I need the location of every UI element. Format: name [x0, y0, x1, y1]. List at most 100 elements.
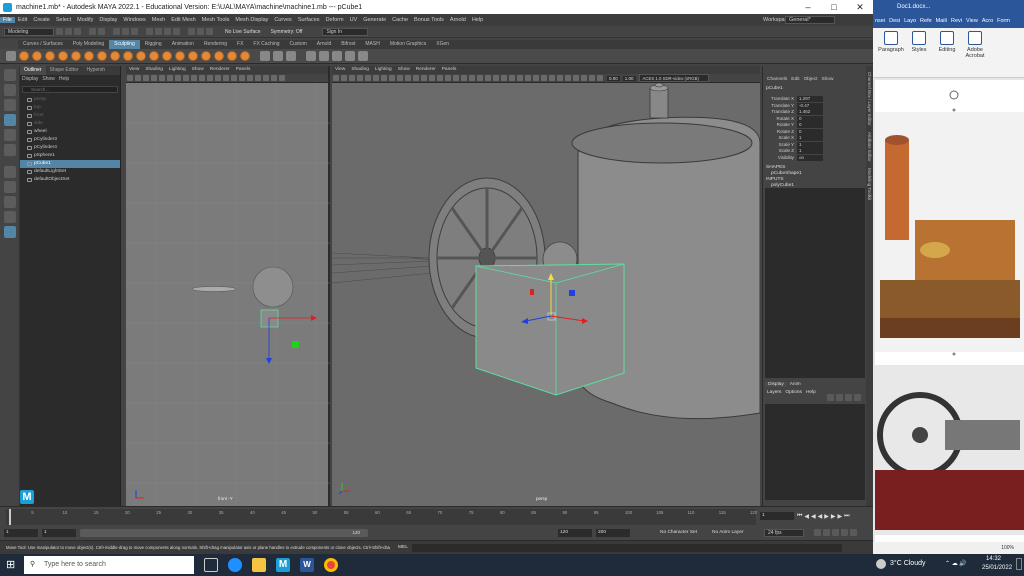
save-scene-icon[interactable] [74, 28, 81, 35]
tab-hypershade[interactable]: Hypersh [82, 66, 109, 75]
notification-icon[interactable] [1016, 558, 1022, 570]
side-tab-attribute-editor[interactable]: Attribute Editor [867, 132, 872, 162]
maya-taskbar-icon[interactable]: M [276, 558, 290, 572]
layer-down-icon[interactable] [836, 394, 843, 401]
four-view-icon[interactable] [4, 181, 16, 193]
cb-menu-show[interactable]: Show [819, 77, 835, 82]
vp-menu-view[interactable]: View [126, 66, 142, 74]
open-scene-icon[interactable] [65, 28, 72, 35]
layer-menu-layers[interactable]: Layers [765, 390, 783, 395]
colorspace-select[interactable]: ACES 1.0 SDR-video (sRGB) [638, 74, 709, 82]
attr-row[interactable]: Visibility on [763, 154, 866, 162]
menu-help[interactable]: Help [469, 17, 486, 23]
menu-select[interactable]: Select [53, 17, 74, 23]
attr-value[interactable]: on [797, 154, 823, 161]
vp-menu-renderer[interactable]: Renderer [413, 66, 439, 74]
editing-button[interactable]: Editing [933, 31, 961, 53]
sign-in-button[interactable]: Sign In [322, 27, 369, 36]
convert-icon[interactable] [260, 51, 270, 61]
search-icon[interactable] [4, 226, 16, 238]
knife-tool-icon[interactable] [188, 51, 198, 61]
live-surface-label[interactable]: No Live Surface [225, 29, 261, 35]
word-tab[interactable]: Maili [934, 14, 949, 28]
repeat-tool-icon[interactable] [123, 51, 133, 61]
attr-value[interactable]: 1 [797, 135, 823, 141]
pinch-tool-icon[interactable] [71, 51, 81, 61]
anim-prefs-icon[interactable] [850, 529, 857, 536]
go-to-start-icon[interactable]: ⏮ [797, 513, 802, 520]
vp-menu-panels[interactable]: Panels [233, 66, 254, 74]
outliner-item[interactable]: top [20, 104, 120, 112]
go-to-end-icon[interactable]: ⏭ [844, 513, 849, 520]
mask-icon[interactable] [273, 51, 283, 61]
poly-cylinder-icon[interactable] [332, 51, 342, 61]
workspace-select[interactable]: General* [785, 16, 835, 24]
layer-list[interactable] [765, 404, 865, 500]
shelf-tab-curves[interactable]: Curves / Surfaces [18, 40, 68, 49]
cb-menu-edit[interactable]: Edit [789, 77, 801, 82]
task-view-icon[interactable] [204, 558, 218, 572]
select-component-icon[interactable] [131, 28, 138, 35]
key-icon[interactable] [832, 529, 839, 536]
word-tab[interactable]: nsei [873, 14, 887, 28]
outliner-item[interactable]: pCube1 [20, 160, 120, 168]
layer-menu-options[interactable]: Options [783, 390, 804, 395]
outliner-item[interactable]: pCylinder4 [20, 144, 120, 152]
mel-label[interactable]: MEL [398, 545, 408, 550]
clock-date[interactable]: 25/01/2022 [982, 565, 1012, 571]
auto-key-icon[interactable] [841, 529, 848, 536]
persp-viewport-toolbar[interactable]: 0.00 1.00 ACES 1.0 SDR-video (sRGB) [332, 74, 760, 83]
clock-time[interactable]: 14:32 [986, 556, 1001, 562]
shelf-tab-rigging[interactable]: Rigging [140, 40, 167, 49]
loop-icon[interactable] [814, 529, 821, 536]
chrome-icon[interactable] [324, 558, 338, 572]
ipr-render-icon[interactable] [197, 28, 204, 35]
outliner-item[interactable]: persp [20, 96, 120, 104]
vp-menu-show[interactable]: Show [189, 66, 207, 74]
close-icon[interactable]: ✕ [847, 0, 873, 14]
shelf-settings-icon[interactable] [6, 51, 16, 61]
styles-button[interactable]: Styles [905, 31, 933, 53]
shelf-tab-rendering[interactable]: Rendering [199, 40, 232, 49]
tab-display-layers[interactable]: Display [765, 381, 787, 387]
menu-modify[interactable]: Modify [74, 17, 96, 23]
tab-outliner[interactable]: Outliner [20, 66, 46, 75]
vp-menu-view[interactable]: View [332, 66, 348, 74]
outliner-item[interactable]: defaultLightSet [20, 168, 120, 176]
menu-mesh-display[interactable]: Mesh Display [232, 17, 271, 23]
lasso-tool-icon[interactable] [4, 84, 16, 96]
snap-curve-icon[interactable] [155, 28, 162, 35]
command-line-input[interactable] [411, 543, 842, 552]
sculpt-tool-icon[interactable] [19, 51, 29, 61]
menu-display[interactable]: Display [96, 17, 120, 23]
menu-generate[interactable]: Generate [360, 17, 389, 23]
flatten-tool-icon[interactable] [84, 51, 94, 61]
tab-anim-layers[interactable]: Anim [787, 382, 804, 387]
word-tab[interactable]: Revi [949, 14, 964, 28]
new-layer-selected-icon[interactable] [854, 394, 861, 401]
persp-viewport[interactable]: View Shading Lighting Show Renderer Pane… [332, 66, 760, 506]
mode-select[interactable]: Modeling [4, 27, 54, 36]
select-tool-icon[interactable] [4, 69, 16, 81]
paint-select-tool-icon[interactable] [4, 99, 16, 111]
system-tray-icons[interactable]: ⌃ ☁ 🔊 [945, 560, 967, 567]
paragraph-button[interactable]: Paragraph [877, 31, 905, 53]
attr-value[interactable]: 1.297 [797, 96, 823, 102]
select-hierarchy-icon[interactable] [113, 28, 120, 35]
amplify-tool-icon[interactable] [227, 51, 237, 61]
range-bar[interactable]: 120 [80, 529, 368, 537]
menu-deform[interactable]: Deform [323, 17, 347, 23]
vp-menu-renderer[interactable]: Renderer [207, 66, 233, 74]
playback-end-field[interactable]: 120 [558, 529, 592, 537]
current-frame-field[interactable]: 1 [760, 512, 794, 520]
zoom-level[interactable]: 100% [1001, 545, 1014, 551]
two-view-icon[interactable] [4, 196, 16, 208]
shelf-tab-motion-graphics[interactable]: Motion Graphics [385, 40, 431, 49]
shelf-tab-bifrost[interactable]: Bifrost [336, 40, 360, 49]
vp-menu-panels[interactable]: Panels [439, 66, 460, 74]
attr-value[interactable]: -0.47 [797, 102, 823, 109]
rotate-tool-icon[interactable] [4, 129, 16, 141]
outliner-menu-display[interactable]: Display [20, 76, 40, 82]
scrape-tool-icon[interactable] [162, 51, 172, 61]
fps-select[interactable]: 24 fps [764, 529, 804, 537]
